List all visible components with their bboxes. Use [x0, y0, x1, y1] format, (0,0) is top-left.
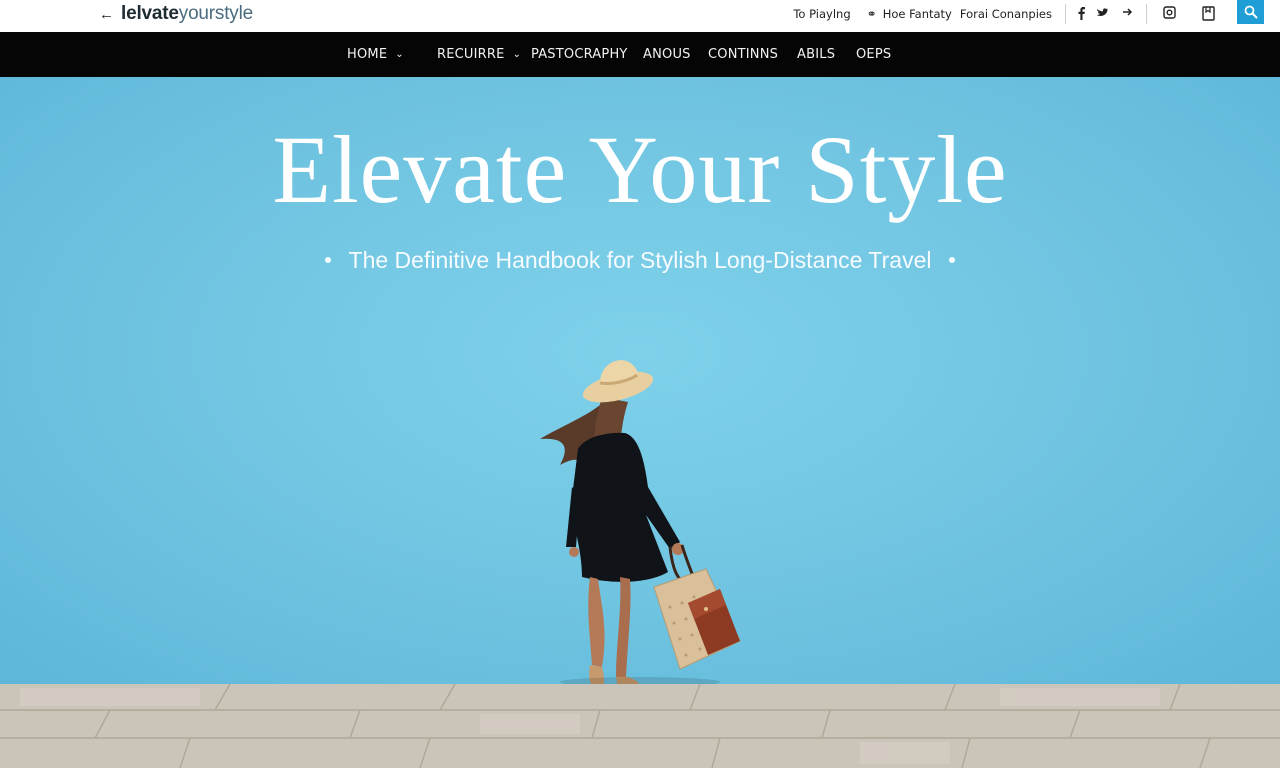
utility-link-2[interactable]: Hoe Fantaty [883, 7, 952, 21]
bookmark-icon[interactable] [1202, 6, 1215, 21]
send-icon[interactable] [1122, 6, 1134, 18]
bullet-icon [949, 256, 956, 263]
nav-item-oeps[interactable]: OEPS [856, 46, 891, 64]
chevron-down-icon: ⌄ [395, 49, 404, 60]
nav-item-abils[interactable]: ABILS [797, 46, 835, 64]
nav-item-continns[interactable]: CONTINNS [708, 46, 778, 64]
divider [1065, 4, 1066, 24]
chevron-down-icon: ⌄ [512, 49, 522, 60]
hero-subtitle: The Definitive Handbook for Stylish Long… [348, 247, 932, 273]
utility-link-3[interactable]: Forai Conanpies [960, 7, 1052, 21]
nav-item-home[interactable]: HOME ⌄ [347, 46, 404, 65]
pavement-tiles [0, 683, 1280, 769]
nav-item-anous[interactable]: ANOUS [643, 46, 691, 64]
site-logo[interactable]: lelvateyourstyle [121, 3, 253, 25]
hero-title: Elevate Your Style [272, 116, 1008, 223]
logo-bold-text: lelvate [121, 3, 179, 24]
stone-pavement [0, 683, 1280, 769]
hero-banner: Elevate Your Style The Definitive Handbo… [0, 77, 1280, 692]
nav-item-recuirre[interactable]: RECUIRRE ⌄ [437, 46, 521, 65]
top-utility-bar: ← lelvateyourstyle To Piaylng ⚭ Hoe Fant… [0, 0, 1280, 32]
facebook-icon[interactable] [1076, 6, 1086, 20]
twitter-icon[interactable] [1096, 6, 1108, 18]
search-icon [1244, 5, 1258, 19]
instagram-icon[interactable] [1163, 6, 1176, 19]
logo-light-text: yourstyle [178, 3, 253, 24]
main-navigation: HOME ⌄ RECUIRRE ⌄ PASTOCRAPHY ANOUS CONTIN… [0, 32, 1280, 77]
traveler-illustration [540, 360, 741, 692]
nav-item-pastocraphy[interactable]: PASTOCRAPHY [531, 46, 628, 64]
back-arrow-icon[interactable]: ← [99, 6, 114, 24]
link-icon: ⚭ [866, 7, 877, 21]
nav-label: HOME [347, 47, 388, 62]
divider [1146, 4, 1147, 24]
bullet-icon [324, 256, 331, 263]
utility-links: To Piaylng ⚭ Hoe Fantaty Forai Conanpies [793, 7, 1052, 21]
search-button[interactable] [1237, 0, 1264, 24]
hero-subtitle-row: The Definitive Handbook for Stylish Long… [0, 245, 1280, 275]
utility-link-1[interactable]: To Piaylng [793, 7, 850, 21]
nav-label: RECUIRRE [437, 47, 505, 62]
